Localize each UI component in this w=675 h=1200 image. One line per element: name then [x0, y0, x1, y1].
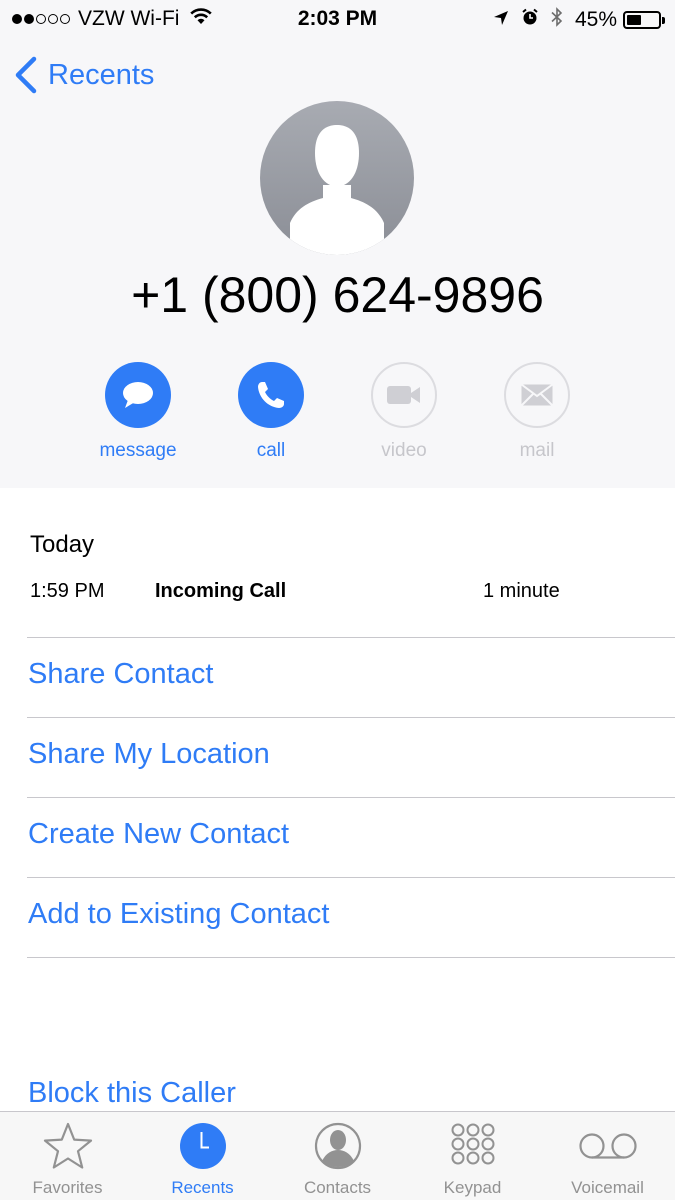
speech-bubble-icon	[123, 382, 153, 408]
chevron-left-icon	[15, 56, 37, 94]
divider	[27, 637, 675, 638]
divider	[27, 877, 675, 878]
quick-actions: message call video mail	[0, 362, 675, 472]
tab-label: Contacts	[303, 1178, 372, 1197]
tab-label: Recents	[171, 1178, 234, 1197]
tab-contacts[interactable]: Contacts	[270, 1112, 405, 1200]
divider	[27, 717, 675, 718]
call-type: Incoming Call	[155, 580, 287, 602]
battery-percent: 45%	[574, 8, 617, 31]
contact-detail-screen: VZW Wi-Fi 2:03 PM 45% Recents +1 (800) 6…	[0, 0, 675, 1200]
mail-button[interactable]: mail	[482, 362, 592, 462]
call-history-row: 1:59 PM Incoming Call 1 minute	[30, 580, 650, 610]
location-arrow-icon	[493, 8, 509, 32]
add-to-existing-contact-button[interactable]: Add to Existing Contact	[28, 898, 329, 931]
voicemail-icon	[540, 1120, 675, 1172]
call-button[interactable]: call	[216, 362, 326, 462]
recent-calls-date-header: Today	[30, 531, 95, 558]
tab-voicemail[interactable]: Voicemail	[540, 1112, 675, 1200]
back-label: Recents	[48, 58, 155, 91]
video-button[interactable]: video	[349, 362, 459, 462]
tab-favorites[interactable]: Favorites	[0, 1112, 135, 1200]
call-label: call	[256, 440, 286, 461]
status-bar: VZW Wi-Fi 2:03 PM 45%	[0, 0, 675, 40]
phone-icon	[258, 382, 284, 408]
mail-circle	[504, 362, 570, 428]
message-label: message	[99, 440, 177, 461]
divider	[27, 957, 675, 958]
divider	[27, 797, 675, 798]
call-circle	[238, 362, 304, 428]
person-circle-icon	[270, 1120, 405, 1172]
clock-icon	[135, 1120, 270, 1172]
video-camera-icon	[387, 386, 420, 404]
block-caller-button[interactable]: Block this Caller	[28, 1077, 236, 1110]
battery-cap	[662, 16, 665, 24]
keypad-icon	[405, 1120, 540, 1172]
mail-label: mail	[519, 440, 555, 461]
avatar	[260, 101, 414, 255]
call-duration: 1 minute	[483, 580, 560, 602]
tab-label: Keypad	[443, 1178, 502, 1197]
battery-level	[627, 15, 641, 25]
status-bar-right: 45%	[481, 7, 665, 33]
video-circle	[371, 362, 437, 428]
phone-number: +1 (800) 624-9896	[131, 267, 544, 323]
tab-keypad[interactable]: Keypad	[405, 1112, 540, 1200]
person-silhouette-icon	[290, 125, 384, 255]
message-circle	[105, 362, 171, 428]
call-time: 1:59 PM	[30, 580, 105, 602]
star-icon	[0, 1120, 135, 1172]
battery-icon	[623, 11, 661, 29]
tab-recents[interactable]: Recents	[135, 1112, 270, 1200]
contact-header: Recents +1 (800) 624-9896 message call v…	[0, 40, 675, 488]
share-location-button[interactable]: Share My Location	[28, 738, 270, 771]
tab-label: Favorites	[32, 1178, 103, 1197]
back-button[interactable]: Recents	[14, 56, 154, 94]
message-button[interactable]: message	[83, 362, 193, 462]
create-contact-button[interactable]: Create New Contact	[28, 818, 289, 851]
alarm-icon	[521, 8, 539, 32]
tab-bar: Favorites Recents Contacts Keypad Voicem…	[0, 1111, 675, 1200]
envelope-icon	[520, 383, 554, 407]
video-label: video	[381, 440, 427, 461]
tab-label: Voicemail	[571, 1178, 644, 1197]
share-contact-button[interactable]: Share Contact	[28, 658, 213, 691]
bluetooth-icon	[551, 7, 563, 33]
